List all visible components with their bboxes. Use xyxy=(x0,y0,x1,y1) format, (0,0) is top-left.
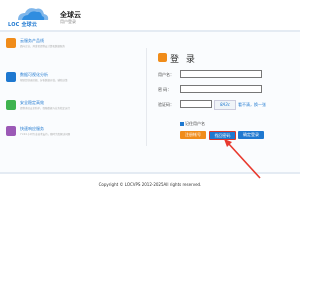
login-title: 登 录 xyxy=(170,55,197,65)
feature-item-security: 安全稳定高效 提供多层安全防护，保障数据与业务稳定运行 xyxy=(6,100,146,120)
remember-username[interactable]: 记住用户名 xyxy=(180,121,205,127)
shield-icon xyxy=(6,100,16,110)
register-button[interactable]: 注册帐号 xyxy=(180,131,206,139)
refresh-captcha-link[interactable]: 看不清，换一张 xyxy=(238,102,266,108)
support-icon xyxy=(6,126,16,136)
feature-desc: 帮助您快速挖掘、分析数据价值，辅助决策 xyxy=(20,79,68,82)
captcha-image[interactable]: 8A3c xyxy=(214,100,236,110)
panel-divider xyxy=(146,48,147,146)
feature-item-cloud: 云服务产品线 面向企业、开发者提供云计算和数据服务 xyxy=(6,38,146,58)
remember-label: 记住用户名 xyxy=(185,121,205,126)
feature-item-support: 快速响应服务 7×24 小时专业技术支持，随时为您解决问题 xyxy=(6,126,146,146)
captcha-input[interactable] xyxy=(180,100,212,108)
cloud-icon xyxy=(6,38,16,48)
captcha-label: 验证码： xyxy=(158,102,174,107)
feature-desc: 面向企业、开发者提供云计算和数据服务 xyxy=(20,45,66,48)
copyright-text: Copyright © LOCVPS 2012-2025All rights r… xyxy=(98,182,202,187)
feature-desc: 7×24 小时专业技术支持，随时为您解决问题 xyxy=(20,133,71,136)
password-input[interactable] xyxy=(180,85,262,93)
feature-desc: 提供多层安全防护，保障数据与业务稳定运行 xyxy=(20,107,71,110)
user-icon xyxy=(158,53,167,62)
feature-item-analytics: 数据可视化分析 帮助您快速挖掘、分析数据价值，辅助决策 xyxy=(6,72,146,92)
page-header: LOC 全球云 全球云 用户登录 xyxy=(0,0,300,30)
footer-divider xyxy=(0,172,300,174)
checkbox-icon[interactable] xyxy=(180,122,184,126)
chart-icon xyxy=(6,72,16,82)
password-label: 密 码： xyxy=(158,87,172,92)
logo-text: LOC 全球云 xyxy=(8,22,38,28)
username-label: 用户名： xyxy=(158,72,174,77)
login-button[interactable]: 确定登录 xyxy=(238,131,264,139)
brand-subtitle: 用户登录 xyxy=(60,19,76,24)
forgot-password-button[interactable]: 找回密码 xyxy=(209,131,236,140)
username-input[interactable] xyxy=(180,70,262,78)
